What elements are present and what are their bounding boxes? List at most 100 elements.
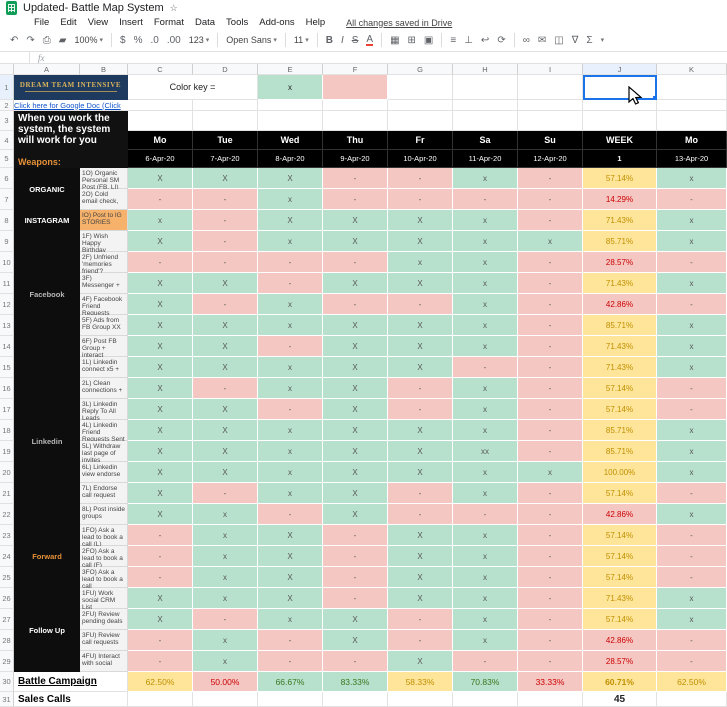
cell[interactable]: x [453, 231, 518, 252]
day-header-thu[interactable]: Thu [323, 131, 388, 150]
cell[interactable]: x [258, 441, 323, 462]
cell[interactable]: X [323, 504, 388, 525]
cell[interactable]: X [193, 399, 258, 420]
group-label-organic[interactable]: ORGANIC [14, 168, 80, 210]
formula-input[interactable] [53, 52, 727, 63]
cell[interactable] [657, 111, 727, 131]
row-header-18[interactable]: 18 [0, 420, 14, 441]
cell[interactable]: x [388, 252, 453, 273]
sales-week-total-cell[interactable]: 45 [583, 692, 657, 707]
cell[interactable] [323, 692, 388, 707]
cell[interactable]: - [258, 399, 323, 420]
weapon-cell[interactable]: 4L) Linkedin Friend Requests Sent [80, 420, 128, 443]
cell[interactable]: x [657, 168, 727, 189]
cell[interactable]: - [388, 399, 453, 420]
cell[interactable]: X [128, 504, 193, 525]
cell[interactable]: - [518, 420, 583, 441]
currency-format-icon[interactable]: $ [120, 35, 126, 46]
week-percent-cell[interactable]: 71.43% [583, 336, 657, 357]
color-key-pink-cell[interactable] [323, 75, 388, 100]
cell[interactable]: - [453, 651, 518, 672]
cell[interactable]: x [258, 357, 323, 378]
cell[interactable] [258, 100, 323, 111]
cell[interactable]: x [258, 189, 323, 210]
battle-percent-cell[interactable]: 66.67% [258, 672, 323, 692]
cell[interactable]: - [518, 273, 583, 294]
row-header-10[interactable]: 10 [0, 252, 14, 273]
cell[interactable]: X [388, 462, 453, 483]
column-header-E[interactable]: E [258, 64, 323, 75]
cell[interactable]: - [518, 399, 583, 420]
cell[interactable]: X [388, 588, 453, 609]
battle-percent-cell[interactable]: 33.33% [518, 672, 583, 692]
sales-calls-label[interactable]: Sales Calls [14, 692, 128, 707]
row-header-15[interactable]: 15 [0, 357, 14, 378]
row-header-28[interactable]: 28 [0, 630, 14, 651]
cell[interactable]: - [193, 189, 258, 210]
cell[interactable]: x [453, 294, 518, 315]
week-percent-cell[interactable]: 85.71% [583, 315, 657, 336]
week-percent-cell[interactable]: 57.14% [583, 609, 657, 630]
cell[interactable]: - [518, 483, 583, 504]
menu-format[interactable]: Format [154, 17, 184, 28]
cell[interactable]: X [323, 420, 388, 441]
cell[interactable]: x [657, 273, 727, 294]
date-cell[interactable]: 13-Apr-20 [657, 150, 727, 168]
cell[interactable]: X [323, 357, 388, 378]
cell[interactable]: x [453, 462, 518, 483]
cell[interactable]: x [657, 231, 727, 252]
menu-help[interactable]: Help [306, 17, 326, 28]
battle-week-total-cell[interactable]: 60.71% [583, 672, 657, 692]
week-percent-cell[interactable]: 14.29% [583, 189, 657, 210]
row-header-19[interactable]: 19 [0, 441, 14, 462]
cell[interactable]: X [128, 441, 193, 462]
cell[interactable]: x [453, 525, 518, 546]
cell[interactable]: - [388, 483, 453, 504]
insert-comment-icon[interactable]: ✉ [538, 35, 546, 46]
cell[interactable]: X [258, 546, 323, 567]
undo-icon[interactable]: ↶ [10, 35, 18, 46]
row-header-9[interactable]: 9 [0, 231, 14, 252]
cell[interactable]: - [323, 567, 388, 588]
weapon-cell[interactable]: IO) Post to IG STORIES [80, 210, 128, 231]
cell[interactable]: - [518, 441, 583, 462]
weapon-cell[interactable]: 2O) Cold email check, [80, 189, 128, 210]
cell[interactable]: X [258, 525, 323, 546]
cell[interactable]: x [657, 210, 727, 231]
weapon-cell[interactable]: 5L) Withdraw last page of invites [80, 441, 128, 464]
cell[interactable]: x [258, 231, 323, 252]
quote-block[interactable]: When you work the system, the system wil… [14, 111, 128, 168]
week-percent-cell[interactable]: 85.71% [583, 231, 657, 252]
cell[interactable] [193, 692, 258, 707]
zoom-select[interactable]: 100% ▾ [74, 35, 103, 45]
cell[interactable]: X [193, 273, 258, 294]
cell[interactable] [193, 111, 258, 131]
week-percent-cell[interactable]: 71.43% [583, 210, 657, 231]
cell[interactable]: X [388, 525, 453, 546]
battle-percent-cell[interactable]: 58.33% [388, 672, 453, 692]
cell[interactable]: - [388, 630, 453, 651]
row-header-8[interactable]: 8 [0, 210, 14, 231]
redo-icon[interactable]: ↷ [26, 35, 34, 46]
day-header-fr[interactable]: Fr [388, 131, 453, 150]
cell[interactable]: xx [453, 441, 518, 462]
row-header-11[interactable]: 11 [0, 273, 14, 294]
cell[interactable]: - [518, 168, 583, 189]
cell[interactable]: - [193, 483, 258, 504]
cell[interactable]: x [657, 609, 727, 630]
column-header-I[interactable]: I [518, 64, 583, 75]
day-header-tue[interactable]: Tue [193, 131, 258, 150]
cell[interactable]: - [388, 609, 453, 630]
cell[interactable]: x [657, 336, 727, 357]
cell[interactable]: - [453, 189, 518, 210]
cell[interactable] [388, 111, 453, 131]
star-icon[interactable]: ☆ [170, 3, 178, 14]
cell[interactable] [193, 100, 258, 111]
cell[interactable]: - [388, 168, 453, 189]
row-header-6[interactable]: 6 [0, 168, 14, 189]
cell[interactable]: x [258, 462, 323, 483]
group-label-instagram[interactable]: INSTAGRAM [14, 210, 80, 231]
row-header-12[interactable]: 12 [0, 294, 14, 315]
cell[interactable]: - [258, 252, 323, 273]
menu-view[interactable]: View [88, 17, 108, 28]
